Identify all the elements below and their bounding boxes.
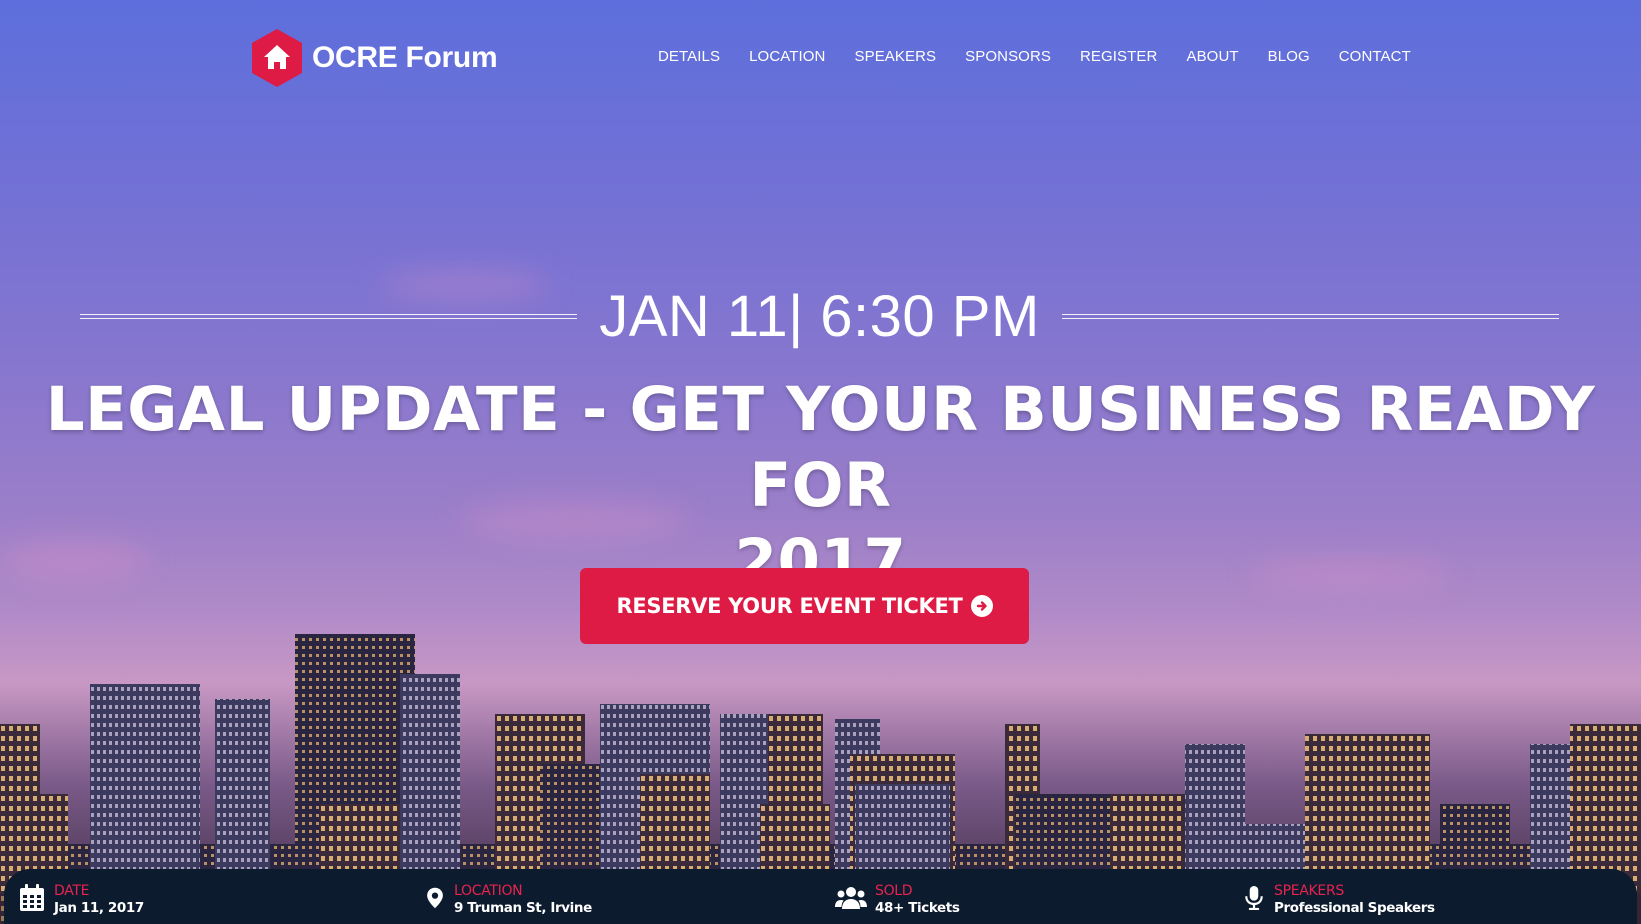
nav-register[interactable]: REGISTER	[1080, 48, 1157, 65]
nav-blog[interactable]: BLOG	[1268, 48, 1310, 65]
info-location-value: 9 Truman St, Irvine	[454, 900, 592, 916]
info-location: LOCATION 9 Truman St, Irvine	[424, 883, 592, 917]
nav-about[interactable]: ABOUT	[1186, 48, 1238, 65]
info-sold-label: SOLD	[875, 883, 913, 899]
map-pin-icon	[427, 887, 443, 909]
reserve-ticket-label: RESERVE YOUR EVENT TICKET	[616, 594, 963, 618]
info-speakers: SPEAKERS Professional Speakers	[1242, 883, 1435, 917]
home-icon	[252, 29, 302, 87]
info-speakers-value: Professional Speakers	[1274, 900, 1435, 916]
info-sold-value: 48+ Tickets	[875, 900, 960, 916]
info-speakers-label: SPEAKERS	[1274, 883, 1344, 899]
info-date-label: DATE	[54, 883, 90, 899]
calendar-icon	[20, 884, 44, 911]
logo-text: OCRE Forum	[312, 41, 498, 74]
nav-contact[interactable]: CONTACT	[1339, 48, 1411, 65]
info-sold: SOLD 48+ Tickets	[835, 883, 960, 917]
event-date-time: JAN 11| 6:30 PM	[599, 283, 1040, 349]
nav-details[interactable]: DETAILS	[658, 48, 720, 65]
event-date-row: JAN 11| 6:30 PM	[80, 280, 1560, 352]
info-date-value: Jan 11, 2017	[54, 900, 144, 916]
headline-line-1: LEGAL UPDATE - GET YOUR BUSINESS READY F…	[45, 374, 1596, 521]
microphone-icon	[1245, 886, 1263, 910]
info-location-label: LOCATION	[454, 883, 523, 899]
users-icon	[835, 887, 867, 909]
event-headline: LEGAL UPDATE - GET YOUR BUSINESS READY F…	[30, 372, 1611, 600]
main-nav: DETAILS LOCATION SPEAKERS SPONSORS REGIS…	[658, 48, 1411, 65]
event-info-bar: DATE Jan 11, 2017 LOCATION 9 Truman St, …	[4, 869, 1637, 924]
nav-sponsors[interactable]: SPONSORS	[965, 48, 1051, 65]
info-date: DATE Jan 11, 2017	[18, 883, 144, 917]
nav-speakers[interactable]: SPEAKERS	[854, 48, 936, 65]
divider	[80, 313, 578, 319]
nav-location[interactable]: LOCATION	[749, 48, 825, 65]
arrow-circle-right-icon	[970, 595, 993, 617]
site-logo[interactable]: OCRE Forum	[249, 27, 498, 89]
divider	[1061, 313, 1560, 319]
reserve-ticket-button[interactable]: RESERVE YOUR EVENT TICKET	[580, 568, 1029, 644]
